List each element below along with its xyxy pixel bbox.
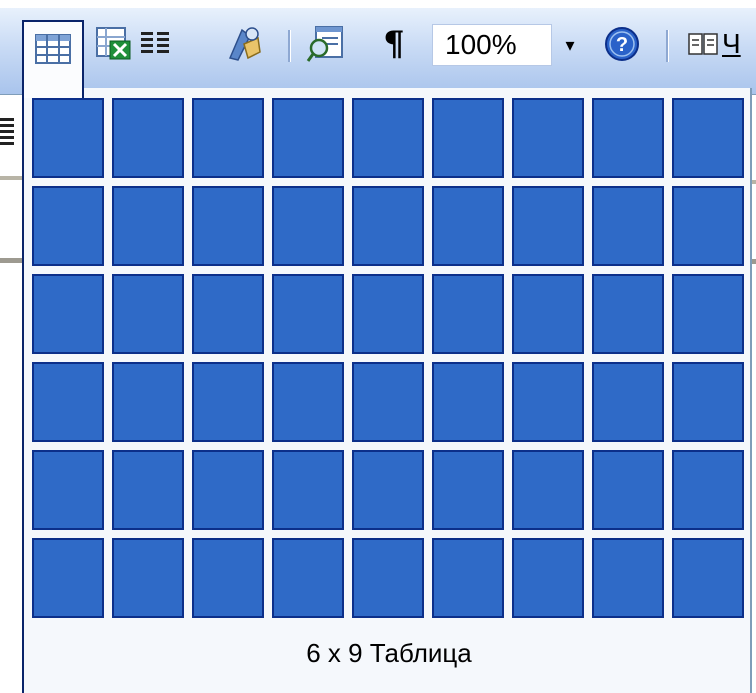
window-top-strip bbox=[0, 0, 756, 8]
table-grid-cell[interactable] bbox=[112, 274, 184, 354]
table-grid-cell[interactable] bbox=[192, 274, 264, 354]
ruler-line bbox=[0, 258, 22, 263]
toolbar-separator bbox=[288, 30, 291, 62]
columns-button[interactable] bbox=[134, 22, 178, 66]
chevron-down-icon: ▾ bbox=[565, 34, 575, 55]
table-grid-cell[interactable] bbox=[592, 98, 664, 178]
document-right-margin bbox=[752, 96, 756, 693]
ruler-line bbox=[752, 180, 756, 184]
table-grid-cell[interactable] bbox=[512, 362, 584, 442]
table-grid-cell[interactable] bbox=[672, 450, 744, 530]
reading-mode-label: Ч bbox=[722, 28, 741, 59]
table-grid-cell[interactable] bbox=[192, 186, 264, 266]
table-grid-cell[interactable] bbox=[272, 538, 344, 618]
table-grid-cell[interactable] bbox=[192, 538, 264, 618]
ruler-line bbox=[752, 259, 756, 264]
table-grid-cell[interactable] bbox=[352, 450, 424, 530]
table-size-status: 6 x 9 Таблица bbox=[306, 638, 472, 668]
table-grid-cell[interactable] bbox=[192, 450, 264, 530]
table-grid-cell[interactable] bbox=[32, 362, 104, 442]
table-grid-cell[interactable] bbox=[592, 450, 664, 530]
table-grid-cell[interactable] bbox=[592, 186, 664, 266]
zoom-dropdown-button[interactable]: ▾ bbox=[552, 24, 588, 66]
table-grid-cell[interactable] bbox=[672, 538, 744, 618]
table-grid-cell[interactable] bbox=[272, 98, 344, 178]
table-grid-cell[interactable] bbox=[32, 450, 104, 530]
columns-icon bbox=[141, 32, 169, 53]
table-grid-cell[interactable] bbox=[32, 186, 104, 266]
table-grid-cell[interactable] bbox=[352, 538, 424, 618]
table-grid-cell[interactable] bbox=[192, 362, 264, 442]
table-grid-cell[interactable] bbox=[272, 362, 344, 442]
show-formatting-button[interactable]: ¶ bbox=[372, 22, 416, 66]
table-grid-cell[interactable] bbox=[112, 450, 184, 530]
table-grid-cell[interactable] bbox=[672, 362, 744, 442]
table-grid-cell[interactable] bbox=[672, 186, 744, 266]
table-grid-cell[interactable] bbox=[512, 98, 584, 178]
table-grid-cell[interactable] bbox=[432, 362, 504, 442]
table-grid-cell[interactable] bbox=[112, 538, 184, 618]
table-grid-cell[interactable] bbox=[112, 98, 184, 178]
drawing-icon bbox=[228, 27, 261, 61]
document-left-margin bbox=[0, 96, 22, 693]
table-grid-cell[interactable] bbox=[432, 274, 504, 354]
table-grid-cell[interactable] bbox=[192, 98, 264, 178]
insert-excel-sheet-button[interactable] bbox=[92, 22, 136, 66]
svg-text:?: ? bbox=[616, 34, 628, 56]
table-grid-cell[interactable] bbox=[352, 362, 424, 442]
ruler-line bbox=[0, 176, 22, 180]
table-grid-cell[interactable] bbox=[272, 186, 344, 266]
insert-table-dropdown: 6 x 9 Таблица bbox=[22, 88, 752, 693]
help-button[interactable]: ? bbox=[600, 22, 644, 66]
table-grid-cell[interactable] bbox=[432, 98, 504, 178]
document-map-button[interactable] bbox=[304, 22, 348, 66]
align-justify-icon bbox=[0, 118, 14, 158]
table-grid-cell[interactable] bbox=[352, 186, 424, 266]
standard-toolbar: ¶ 100% ▾ ? Ч bbox=[0, 8, 756, 98]
zoom-input[interactable]: 100% bbox=[432, 24, 552, 66]
table-grid-cell[interactable] bbox=[592, 274, 664, 354]
table-grid-cell[interactable] bbox=[512, 186, 584, 266]
pilcrow-icon: ¶ bbox=[383, 24, 405, 64]
table-grid-cell[interactable] bbox=[672, 274, 744, 354]
table-grid-cell[interactable] bbox=[432, 450, 504, 530]
excel-sheet-icon bbox=[96, 27, 131, 60]
table-grid-cell[interactable] bbox=[512, 450, 584, 530]
table-grid-cell[interactable] bbox=[432, 186, 504, 266]
table-grid-cell[interactable] bbox=[32, 538, 104, 618]
table-grid-cell[interactable] bbox=[512, 274, 584, 354]
table-grid-cell[interactable] bbox=[272, 274, 344, 354]
drawing-button[interactable] bbox=[222, 22, 266, 66]
table-grid-cell[interactable] bbox=[352, 98, 424, 178]
reading-mode-button[interactable]: Ч bbox=[688, 22, 756, 66]
table-grid-cell[interactable] bbox=[512, 538, 584, 618]
table-grid-cell[interactable] bbox=[112, 186, 184, 266]
table-grid-cell[interactable] bbox=[672, 98, 744, 178]
table-grid-cell[interactable] bbox=[112, 362, 184, 442]
document-map-icon bbox=[306, 26, 343, 62]
table-grid-cell[interactable] bbox=[432, 538, 504, 618]
toolbar-separator bbox=[666, 30, 669, 62]
table-grid-cell[interactable] bbox=[592, 538, 664, 618]
table-grid-cell[interactable] bbox=[352, 274, 424, 354]
book-icon bbox=[688, 33, 718, 55]
table-grid-cell[interactable] bbox=[272, 450, 344, 530]
insert-table-button[interactable] bbox=[22, 20, 84, 98]
table-grid-cell[interactable] bbox=[32, 274, 104, 354]
table-grid-cell[interactable] bbox=[32, 98, 104, 178]
help-icon: ? bbox=[605, 27, 639, 61]
table-grid-cell[interactable] bbox=[592, 362, 664, 442]
table-grid-icon bbox=[35, 34, 71, 64]
